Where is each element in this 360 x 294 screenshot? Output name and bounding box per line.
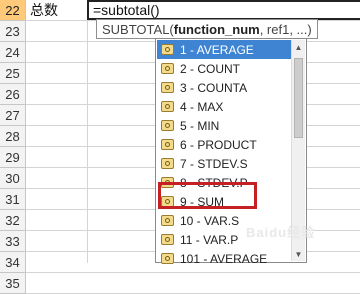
row-header-22[interactable]: 22 <box>0 0 26 21</box>
dropdown-item[interactable]: 1 - AVERAGE <box>157 40 291 59</box>
row-header-27[interactable]: 27 <box>0 105 26 126</box>
dropdown-item-label: 4 - MAX <box>180 99 224 114</box>
row-header-30[interactable]: 30 <box>0 168 26 189</box>
dropdown-item[interactable]: 101 - AVERAGE <box>157 249 291 268</box>
dropdown-item[interactable]: 3 - COUNTA <box>157 78 291 97</box>
scroll-down-arrow-icon[interactable]: ▼ <box>292 247 305 261</box>
function-icon <box>161 139 174 150</box>
row-header-26[interactable]: 26 <box>0 84 26 105</box>
dropdown-item-label: 6 - PRODUCT <box>180 137 257 152</box>
row-header-29[interactable]: 29 <box>0 147 26 168</box>
row-header-35[interactable]: 35 <box>0 273 26 294</box>
function-tooltip: SUBTOTAL( function_num , ref1, ...) <box>96 19 318 39</box>
dropdown-item-label: 11 - VAR.P <box>180 232 239 247</box>
dropdown-item-label: 5 - MIN <box>180 118 220 133</box>
function-icon <box>161 158 174 169</box>
tooltip-active-param[interactable]: function_num <box>174 22 260 37</box>
function-icon <box>161 215 174 226</box>
function-icon <box>161 101 174 112</box>
tooltip-rest-params: , ref1, ...) <box>259 21 312 37</box>
dropdown-item[interactable]: 7 - STDEV.S <box>157 154 291 173</box>
row-header-25[interactable]: 25 <box>0 63 26 84</box>
row-header-23[interactable]: 23 <box>0 21 26 42</box>
dropdown-item[interactable]: 4 - MAX <box>157 97 291 116</box>
function-icon <box>161 120 174 131</box>
dropdown-item-label: 1 - AVERAGE <box>180 42 254 57</box>
watermark: Baidu经验 <box>246 225 316 240</box>
row-header-28[interactable]: 28 <box>0 126 26 147</box>
scroll-up-arrow-icon[interactable]: ▲ <box>292 40 305 54</box>
function-icon <box>161 63 174 74</box>
dropdown-item-label: 7 - STDEV.S <box>180 156 248 171</box>
tooltip-function-name: SUBTOTAL( <box>102 21 174 37</box>
row-header-31[interactable]: 31 <box>0 189 26 210</box>
sheet-row[interactable] <box>26 273 360 294</box>
dropdown-item[interactable]: 6 - PRODUCT <box>157 135 291 154</box>
function-icon <box>161 253 174 264</box>
function-icon <box>161 44 174 55</box>
row-header-24[interactable]: 24 <box>0 42 26 63</box>
dropdown-item-label: 101 - AVERAGE <box>180 251 268 266</box>
dropdown-item-label: 3 - COUNTA <box>180 80 248 95</box>
dropdown-item[interactable]: 2 - COUNT <box>157 59 291 78</box>
formula-cell-b22[interactable]: =subtotal() <box>87 0 360 20</box>
row-header-32[interactable]: 32 <box>0 210 26 231</box>
dropdown-item[interactable]: 5 - MIN <box>157 116 291 135</box>
cell-a22[interactable]: 总数 <box>27 0 87 20</box>
function-icon <box>161 234 174 245</box>
highlight-box-sum <box>158 182 257 209</box>
dropdown-item-label: 10 - VAR.S <box>180 213 240 228</box>
function-icon <box>161 82 174 93</box>
column-divider <box>87 0 88 263</box>
row-header-33[interactable]: 33 <box>0 231 26 252</box>
scroll-thumb[interactable] <box>294 58 303 138</box>
dropdown-item-label: 2 - COUNT <box>180 61 240 76</box>
spreadsheet: 22 23 24 25 26 27 28 29 30 31 32 33 34 35 总数 =subtota… <box>0 0 360 294</box>
